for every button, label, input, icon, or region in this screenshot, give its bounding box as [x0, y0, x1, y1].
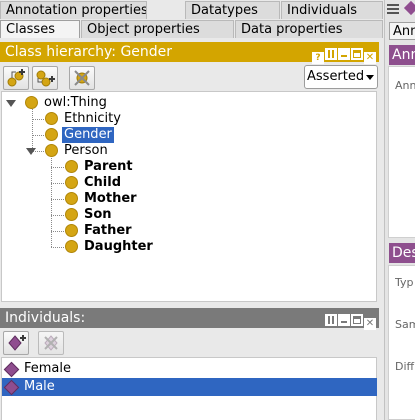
class-icon	[25, 96, 38, 109]
class-icon	[45, 128, 58, 141]
tab-row-top: Annotation properties Datatypes Individu…	[0, 1, 383, 19]
class-icon	[65, 176, 78, 189]
add-individual-button[interactable]	[3, 331, 29, 355]
individuals-title-bar: Individuals: ✕	[0, 308, 379, 330]
minimize-icon[interactable]	[338, 48, 350, 60]
same-as-label: Sam	[395, 318, 415, 331]
hierarchy-view-value: Asserted	[307, 69, 365, 84]
hierarchy-view-select[interactable]: Asserted	[304, 65, 378, 89]
maximize-icon[interactable]	[351, 48, 363, 60]
tree-connector	[51, 199, 64, 200]
annotations-field-label: Anno	[395, 79, 415, 92]
add-sibling-class-button[interactable]	[32, 66, 58, 90]
menu-icon[interactable]	[387, 4, 399, 14]
minimize-icon[interactable]	[338, 314, 350, 326]
close-icon[interactable]: ✕	[364, 318, 376, 330]
delete-individual-button[interactable]	[38, 331, 64, 355]
tree-connector	[32, 135, 44, 136]
maximize-icon[interactable]	[351, 314, 363, 326]
tab-classes[interactable]: Classes	[0, 20, 80, 38]
class-icon	[65, 192, 78, 205]
class-icon	[65, 160, 78, 173]
tab-datatypes[interactable]: Datatypes	[185, 1, 280, 19]
add-individual-icon	[8, 335, 26, 351]
class-icon	[45, 144, 58, 157]
individual-icon	[3, 379, 20, 396]
class-icon	[65, 224, 78, 237]
description-title-bar: Des	[389, 243, 415, 263]
class-tree[interactable]: owl:Thing Ethnicity Gender Person Parent…	[1, 91, 377, 302]
class-hierarchy-title: Class hierarchy: Gender	[5, 44, 173, 60]
tab-individuals[interactable]: Individuals	[281, 1, 383, 19]
tree-connector	[32, 119, 44, 120]
add-subclass-icon	[7, 69, 25, 87]
pin-icon[interactable]	[325, 314, 337, 326]
delete-class-icon	[74, 70, 90, 86]
tab-data-properties[interactable]: Data properties	[235, 20, 383, 38]
individuals-title: Individuals:	[5, 310, 86, 326]
tree-connector	[51, 231, 64, 232]
individuals-list[interactable]: Female Male	[1, 357, 377, 420]
class-hierarchy-title-bar: Class hierarchy: Gender ? ✕	[0, 42, 379, 64]
individual-item-female[interactable]: Female	[2, 360, 377, 378]
individual-item-male[interactable]: Male	[2, 378, 377, 396]
tab-row-bottom: Classes Object properties Data propertie…	[0, 20, 383, 38]
chevron-down-icon	[366, 75, 374, 80]
types-label: Typ	[395, 276, 414, 289]
class-icon	[45, 112, 58, 125]
tree-connector	[51, 167, 64, 168]
annotations-title-bar: Ann	[389, 45, 415, 65]
tree-connector	[32, 109, 33, 150]
class-hierarchy-view-controls: ? ✕	[311, 46, 376, 64]
class-icon	[65, 240, 78, 253]
different-from-label: Diff	[395, 360, 415, 373]
individuals-view-controls: ✕	[324, 312, 376, 330]
class-icon	[65, 208, 78, 221]
add-subclass-button[interactable]	[3, 66, 29, 90]
delete-class-button[interactable]	[69, 66, 95, 90]
add-sibling-class-icon	[36, 70, 55, 87]
tree-connector	[51, 247, 64, 248]
tree-connector	[51, 183, 64, 184]
tab-annotation-properties[interactable]: Annotation properties	[0, 1, 147, 19]
individual-icon	[3, 361, 20, 378]
help-icon[interactable]: ?	[312, 52, 324, 64]
delete-individual-icon	[44, 335, 58, 351]
tab-object-properties[interactable]: Object properties	[81, 20, 234, 38]
tree-connector	[51, 215, 64, 216]
collapse-toggle-icon[interactable]	[26, 148, 36, 155]
pin-icon[interactable]	[325, 48, 337, 60]
close-icon[interactable]: ✕	[364, 52, 376, 64]
tab-annotations[interactable]: Ann	[389, 22, 415, 40]
collapse-toggle-icon[interactable]	[6, 100, 16, 107]
tree-connector	[51, 158, 52, 247]
